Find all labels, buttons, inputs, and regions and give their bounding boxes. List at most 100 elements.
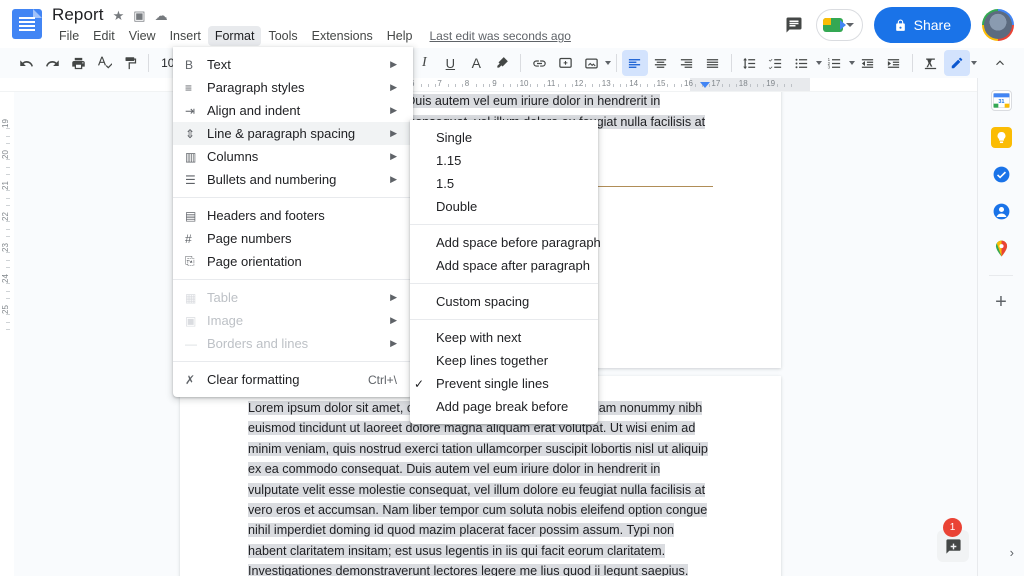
menu-item-label: 1.15: [436, 153, 462, 168]
spacing-menu-item-1-15[interactable]: 1.15: [410, 149, 598, 172]
format-menu-item-columns[interactable]: ▥ Columns ▶: [173, 145, 413, 168]
add-app-button[interactable]: +: [995, 292, 1007, 312]
chevron-down-icon[interactable]: [605, 61, 612, 65]
avatar[interactable]: [982, 9, 1014, 41]
align-left-button[interactable]: [621, 50, 648, 76]
menu-item-label: Columns: [207, 149, 259, 164]
tasks-icon[interactable]: [991, 164, 1012, 185]
menu-divider: [410, 319, 598, 320]
toolbar-divider: [520, 54, 522, 72]
add-comment-button[interactable]: [552, 50, 578, 76]
last-edit-status[interactable]: Last edit was seconds ago: [430, 29, 571, 43]
clear-formatting-button[interactable]: [918, 50, 944, 76]
spacing-menu-item-add-space-after-paragraph[interactable]: Add space after paragraph: [410, 254, 598, 277]
horizontal-ruler[interactable]: 678910111213141516171819: [0, 78, 1024, 92]
toolbar-divider: [148, 54, 150, 72]
format-menu-item-line-paragraph-spacing[interactable]: ⇕ Line & paragraph spacing ▶: [173, 122, 413, 145]
format-dropdown-menu[interactable]: B Text ▶ ≡ Paragraph styles ▶ ⇥ Align and inden…: [173, 47, 413, 397]
spellcheck-button[interactable]: [91, 50, 117, 76]
calendar-icon[interactable]: 31: [990, 90, 1012, 111]
bulleted-list-button[interactable]: [789, 50, 815, 76]
cloud-status-icon[interactable]: ☁: [155, 9, 168, 22]
ruler-mark: [530, 84, 532, 87]
join-meeting-button[interactable]: [815, 9, 863, 41]
menu-edit[interactable]: Edit: [86, 26, 122, 46]
menu-format[interactable]: Format: [207, 26, 262, 46]
format-menu-item-headers-and-footers[interactable]: ▤ Headers and footers: [173, 204, 413, 227]
toolbar-group-align: [621, 49, 726, 77]
ruler-mark: [6, 298, 10, 300]
spacing-menu-item-1-5[interactable]: 1.5: [410, 172, 598, 195]
indent-marker[interactable]: [700, 82, 710, 88]
chevron-right-icon: ▶: [390, 315, 397, 325]
spacing-menu-item-double[interactable]: Double: [410, 195, 598, 218]
chevron-down-icon[interactable]: [970, 61, 977, 65]
keep-icon[interactable]: [990, 127, 1012, 148]
contacts-icon[interactable]: [991, 201, 1012, 222]
ruler-mark: [667, 84, 669, 87]
ruler-mark: [448, 84, 450, 87]
decrease-indent-button[interactable]: [855, 50, 881, 76]
menu-item-label: Add page break before: [436, 399, 569, 414]
maps-icon[interactable]: [991, 238, 1012, 259]
highlight-color-button[interactable]: [489, 50, 515, 76]
spacing-menu-item-single[interactable]: Single: [410, 126, 598, 149]
align-right-button[interactable]: [674, 50, 700, 76]
spacing-menu-item-add-space-before-paragraph[interactable]: Add space before paragraph: [410, 231, 601, 254]
ruler-tick: 9: [492, 79, 497, 88]
menu-item-label: Align and indent: [207, 103, 301, 118]
redo-button[interactable]: [39, 50, 65, 76]
editing-mode-button[interactable]: [943, 50, 970, 76]
ruler-mark: [646, 84, 648, 87]
google-docs-window: Report ★ ▣ ☁ File Edit View Insert Forma…: [0, 0, 1024, 576]
chevron-down-icon[interactable]: [848, 61, 855, 65]
star-icon[interactable]: ★: [113, 9, 125, 22]
chevron-down-icon[interactable]: [815, 61, 822, 65]
paint-format-button[interactable]: [117, 50, 143, 76]
format-menu-item-page-numbers[interactable]: # Page numbers: [173, 227, 413, 250]
format-menu-item-paragraph-styles[interactable]: ≡ Paragraph styles ▶: [173, 76, 413, 99]
menu-view[interactable]: View: [122, 26, 163, 46]
ruler-mark: [626, 84, 628, 87]
insert-link-button[interactable]: [526, 50, 552, 76]
spacing-menu-item-keep-lines-together[interactable]: Keep lines together: [410, 349, 598, 372]
comment-history-icon[interactable]: [783, 14, 805, 36]
print-button[interactable]: [65, 50, 91, 76]
format-menu-item-page-orientation[interactable]: ⎘ Page orientation: [173, 250, 413, 273]
hide-menus-button[interactable]: [987, 50, 1013, 76]
format-menu-item-text[interactable]: B Text ▶: [173, 53, 413, 76]
line-spacing-button[interactable]: [737, 50, 763, 76]
spacing-menu-item-add-page-break-before[interactable]: Add page break before: [410, 395, 598, 418]
menu-help[interactable]: Help: [380, 26, 420, 46]
undo-button[interactable]: [13, 50, 39, 76]
menu-file[interactable]: File: [52, 26, 86, 46]
spacing-menu-item-keep-with-next[interactable]: Keep with next: [410, 326, 598, 349]
format-menu-item-clear-formatting[interactable]: ✗ Clear formatting Ctrl+\: [173, 368, 413, 391]
ruler-tick: 15: [656, 79, 666, 88]
move-to-folder-icon[interactable]: ▣: [133, 9, 145, 22]
italic-button[interactable]: I: [411, 50, 437, 76]
checklist-button[interactable]: [763, 50, 789, 76]
numbered-list-button[interactable]: 123: [822, 50, 848, 76]
insert-image-button[interactable]: [578, 50, 604, 76]
docs-logo-icon[interactable]: [12, 9, 42, 39]
underline-button[interactable]: U: [437, 50, 463, 76]
page-title[interactable]: Report: [52, 5, 104, 25]
format-menu-item-bullets-and-numbering[interactable]: ☰ Bullets and numbering ▶: [173, 168, 413, 191]
menu-extensions[interactable]: Extensions: [305, 26, 380, 46]
vertical-ruler[interactable]: 19 20 21 22 23 24 25: [0, 92, 14, 576]
menu-item-label: Headers and footers: [207, 208, 325, 223]
text-color-button[interactable]: A: [463, 50, 489, 76]
line-spacing-submenu[interactable]: Single 1.15 1.5 Double Add space before para…: [410, 120, 601, 424]
spacing-menu-item-prevent-single-lines[interactable]: ✓ Prevent single lines: [410, 372, 598, 395]
menu-insert[interactable]: Insert: [163, 26, 208, 46]
menu-item-label: Clear formatting: [207, 372, 300, 387]
spacing-menu-item-custom-spacing[interactable]: Custom spacing: [410, 290, 598, 313]
increase-indent-button[interactable]: [881, 50, 907, 76]
menu-tools[interactable]: Tools: [261, 26, 304, 46]
format-menu-item-align-and-indent[interactable]: ⇥ Align and indent ▶: [173, 99, 413, 122]
expand-panel-icon[interactable]: ›: [1010, 545, 1014, 560]
align-justify-button[interactable]: [700, 50, 726, 76]
align-center-button[interactable]: [648, 50, 674, 76]
share-button[interactable]: Share: [873, 7, 971, 43]
